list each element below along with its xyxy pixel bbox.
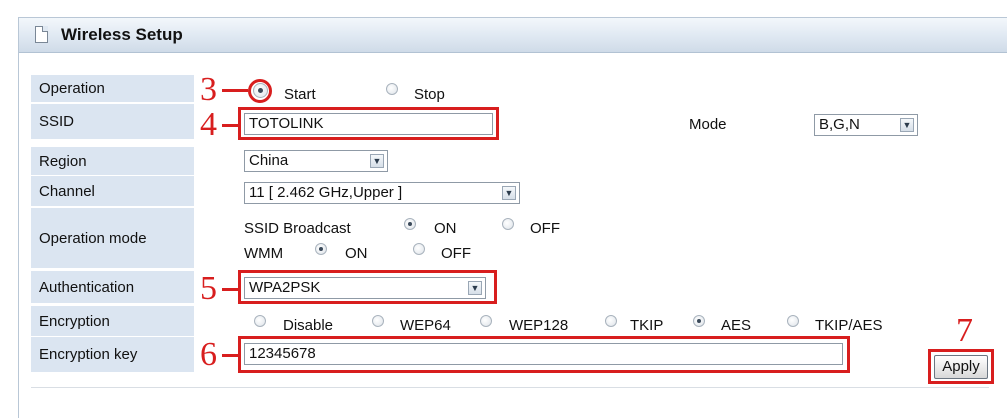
ssid-broadcast-on-radio[interactable]	[404, 218, 416, 230]
step-7-annotation: 7	[956, 312, 973, 349]
encryption-tkip-label: TKIP	[630, 317, 664, 334]
chevron-down-icon: ▼	[900, 118, 914, 132]
title-bar: Wireless Setup	[19, 18, 1007, 53]
encryption-wep64-label: WEP64	[400, 317, 451, 334]
mode-select[interactable]: B,G,N ▼	[814, 114, 918, 136]
encryption-tkip-radio[interactable]	[605, 315, 617, 327]
ssid-label: SSID	[31, 104, 194, 139]
channel-select-value: 11 [ 2.462 GHz,Upper ]	[249, 184, 403, 201]
authentication-row: Authentication	[31, 271, 989, 303]
encryption-aes-radio[interactable]	[693, 315, 705, 327]
ssid-broadcast-on-label: ON	[434, 220, 457, 237]
encryption-key-label: Encryption key	[31, 337, 194, 372]
authentication-label: Authentication	[31, 271, 194, 303]
operation-mode-label: Operation mode	[31, 208, 194, 268]
operation-label: Operation	[31, 75, 194, 102]
wmm-off-radio[interactable]	[413, 243, 425, 255]
encryption-wep64-radio[interactable]	[372, 315, 384, 327]
step-6-annotation: 6	[200, 336, 217, 373]
encryption-tkip-aes-label: TKIP/AES	[815, 317, 883, 334]
wmm-on-radio[interactable]	[315, 243, 327, 255]
step-5-connector	[222, 288, 238, 291]
encryption-disable-radio[interactable]	[254, 315, 266, 327]
step-4-connector	[222, 124, 238, 127]
mode-select-value: B,G,N	[819, 116, 860, 133]
encryption-wep128-radio[interactable]	[480, 315, 492, 327]
operation-stop-label: Stop	[414, 86, 445, 103]
operation-stop-radio[interactable]	[386, 83, 398, 95]
operation-row: Operation	[31, 75, 989, 102]
step-3-annotation: 3	[200, 71, 217, 108]
ssid-broadcast-label: SSID Broadcast	[244, 220, 351, 237]
wmm-label: WMM	[244, 245, 284, 262]
region-row: Region	[31, 147, 989, 175]
step-6-connector	[222, 354, 238, 357]
wmm-on-label: ON	[345, 245, 368, 262]
highlight-step6	[238, 336, 850, 373]
region-select-value: China	[249, 152, 289, 169]
channel-select[interactable]: 11 [ 2.462 GHz,Upper ] ▼	[244, 182, 520, 204]
operation-start-label: Start	[284, 86, 316, 103]
mode-label: Mode	[689, 116, 727, 133]
ssid-broadcast-off-label: OFF	[530, 220, 560, 237]
document-icon	[35, 26, 48, 43]
chevron-down-icon: ▼	[370, 154, 384, 168]
ssid-broadcast-off-radio[interactable]	[502, 218, 514, 230]
highlight-step4	[238, 107, 499, 140]
encryption-label: Encryption	[31, 306, 194, 336]
page-title: Wireless Setup	[61, 25, 183, 44]
chevron-down-icon: ▼	[502, 186, 516, 200]
encryption-tkip-aes-radio[interactable]	[787, 315, 799, 327]
encryption-aes-label: AES	[721, 317, 752, 334]
operation-mode-row: Operation mode	[31, 208, 989, 268]
highlight-step3	[248, 79, 272, 103]
channel-label: Channel	[31, 176, 194, 206]
step-4-annotation: 4	[200, 106, 217, 143]
region-select[interactable]: China ▼	[244, 150, 388, 172]
wmm-off-label: OFF	[441, 245, 471, 262]
step-5-annotation: 5	[200, 270, 217, 307]
encryption-disable-label: Disable	[283, 317, 334, 334]
encryption-wep128-label: WEP128	[509, 317, 569, 334]
step-3-connector	[222, 89, 248, 92]
highlight-step7	[928, 349, 994, 384]
highlight-step5	[238, 270, 497, 304]
divider	[31, 387, 989, 388]
region-label: Region	[31, 147, 194, 175]
